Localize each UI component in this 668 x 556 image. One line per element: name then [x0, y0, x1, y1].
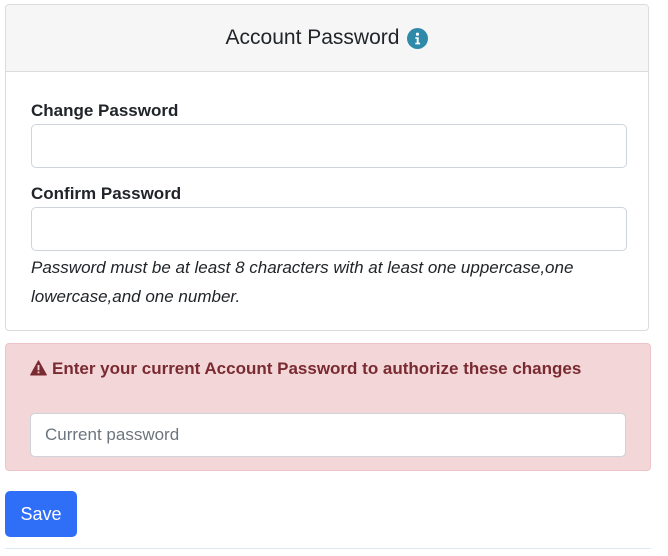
current-password-input[interactable]	[30, 413, 626, 457]
save-button[interactable]: Save	[5, 491, 77, 537]
warning-icon	[30, 360, 47, 382]
alert-message: Enter your current Account Password to a…	[52, 359, 582, 378]
confirm-password-label: Confirm Password	[31, 184, 182, 203]
account-password-card: Account Password Change Password Confirm…	[5, 4, 649, 331]
password-requirements-text: Password must be at least 8 characters w…	[31, 258, 574, 306]
confirm-password-input[interactable]	[31, 207, 627, 251]
change-password-label: Change Password	[31, 101, 179, 120]
card-title: Account Password	[225, 26, 400, 49]
change-password-input[interactable]	[31, 124, 627, 168]
divider	[5, 548, 651, 549]
card-header: Account Password	[6, 5, 648, 72]
authorize-changes-alert: Enter your current Account Password to a…	[5, 343, 651, 471]
alert-heading: Enter your current Account Password to a…	[30, 358, 610, 382]
info-icon[interactable]	[407, 27, 429, 49]
